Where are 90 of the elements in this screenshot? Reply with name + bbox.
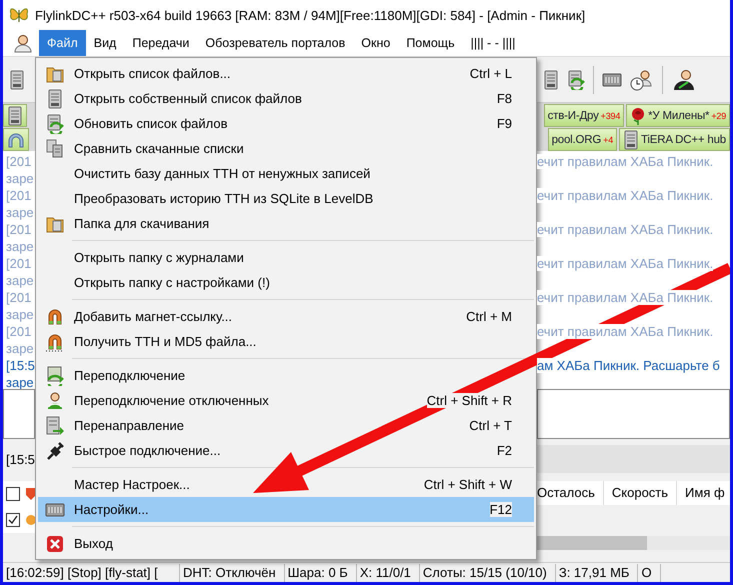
menu-item[interactable]: Настройки... F12 <box>38 497 534 522</box>
chat-text: заре <box>6 171 34 186</box>
menu-item[interactable]: Мастер Настроек... Ctrl + Shift + W <box>38 472 534 497</box>
menu-item[interactable]: Окно <box>353 30 398 56</box>
status-text: DHT: Отключён <box>180 564 285 582</box>
chat-text: заре <box>6 239 34 254</box>
status-text: [16:02:59] [Stop] [fly-stat] [ <box>3 564 180 582</box>
checkbox[interactable] <box>6 513 20 527</box>
hub-tab[interactable]: TiERA DC++ hub <box>619 128 730 151</box>
hub-tab[interactable] <box>3 128 29 151</box>
server-icon <box>7 106 23 126</box>
chat-text: заре <box>6 307 34 322</box>
menu-item[interactable]: Добавить магнет-ссылку... Ctrl + M <box>38 304 534 329</box>
column-header[interactable]: Скорость <box>604 481 678 505</box>
menu-item[interactable]: Выход <box>38 531 534 556</box>
server-refresh-icon <box>567 70 585 90</box>
folder-icon <box>46 214 64 232</box>
log-text: [15:5 <box>6 452 35 466</box>
message-field[interactable] <box>537 389 730 439</box>
scrollbar[interactable] <box>537 536 730 550</box>
menu-item[interactable]: Открыть папку с журналами <box>38 245 534 270</box>
menu-item[interactable]: |||| - - |||| <box>462 30 524 56</box>
window-title: FlylinkDC++ r503-x64 build 19663 [RAM: 83M / 94M][Free:1180M][GDI: 584] - [Admin - Пикник] <box>35 8 586 22</box>
chat-text: ечит правилам ХАБа Пикник. <box>537 290 714 305</box>
butterfly-icon <box>9 6 29 24</box>
hub-tab[interactable] <box>3 104 27 127</box>
status-text: Слоты: 15/15 (10/10) <box>420 564 556 582</box>
menu-item[interactable]: Переподключение <box>38 363 534 388</box>
menu-item[interactable]: Перенаправление Ctrl + T <box>38 413 534 438</box>
toolbar-server-icon <box>9 70 25 90</box>
server-icon <box>47 88 63 108</box>
menu-item[interactable]: Открыть папку с настройками (!) <box>38 270 534 295</box>
status-text: X: 11/0/1 <box>356 564 420 582</box>
menu-item[interactable]: Вид <box>86 30 124 56</box>
chat-text: [201 <box>6 222 32 237</box>
menu-item[interactable]: Обновить список файлов F9 <box>38 111 534 136</box>
keyboard-icon <box>45 502 65 518</box>
servers-icon <box>46 138 64 158</box>
chat-text: заре <box>6 375 34 390</box>
chat-text: ечит правилам ХАБа Пикник. <box>537 256 714 271</box>
menu-item[interactable]: Сравнить скачанные списки <box>38 136 534 161</box>
toolbar-server-icon <box>543 70 559 90</box>
chat-text: заре <box>6 341 34 356</box>
rose-icon <box>630 106 646 124</box>
toolbar-keyboard-icon <box>602 72 622 88</box>
user-icon <box>13 33 33 53</box>
server-arrow-icon <box>46 416 64 436</box>
menu-item[interactable]: Открыть список файлов... Ctrl + L <box>38 61 534 86</box>
status-text: Шара: 0 Б <box>284 564 357 582</box>
chat-text: ам ХАБа Пикник. Расшарьте б <box>537 358 720 373</box>
reconnect-icon <box>46 366 64 386</box>
status-text: О <box>638 564 661 582</box>
folder-icon <box>46 64 64 82</box>
chat-text: [201 <box>6 324 32 339</box>
magnet-icon <box>46 306 64 326</box>
status-text: З: 17,91 МБ <box>556 564 638 582</box>
menu-item[interactable]: Папка для скачивания <box>38 211 534 236</box>
chat-text: [201 <box>6 188 32 203</box>
chat-text: [201 <box>6 290 32 305</box>
plug-icon <box>46 440 64 460</box>
menu-item[interactable]: Открыть собственный список файлов F8 <box>38 86 534 111</box>
chat-text: ечит правилам ХАБа Пикник. <box>537 222 714 237</box>
checkbox[interactable] <box>6 487 20 501</box>
arch-icon <box>7 132 25 148</box>
menu-item[interactable]: Передачи <box>124 30 198 56</box>
menu-item[interactable]: Переподключение отключенных Ctrl + Shift + R <box>38 388 534 413</box>
message-field[interactable] <box>3 389 35 439</box>
user-gauge-icon[interactable] <box>671 68 697 92</box>
chat-text: ечит правилам ХАБа Пикник. <box>537 154 714 169</box>
server-icon <box>623 130 640 150</box>
chat-text: ечит правилам ХАБа Пикник. <box>537 188 714 203</box>
chat-text: ечит правилам ХАБа Пикник. <box>537 324 714 339</box>
chat-text: [201 <box>6 256 32 271</box>
column-header[interactable]: Имя ф <box>677 481 730 505</box>
server-refresh-icon <box>46 114 64 134</box>
menu-item[interactable]: Очистить базу данных TTH от ненужных записей <box>38 161 534 186</box>
chat-text: [15:5 <box>6 358 35 373</box>
magnet-icon <box>46 332 64 352</box>
menu-item[interactable]: Файл <box>39 30 86 56</box>
menu-item[interactable]: Обозреватель порталов <box>197 30 354 56</box>
user-clock-icon[interactable] <box>630 68 654 92</box>
user-reconnect-icon <box>46 390 64 410</box>
menu-item[interactable]: Помощь <box>398 30 463 56</box>
chat-text: заре <box>6 273 34 288</box>
chat-text: [201 <box>6 154 32 169</box>
menu-item[interactable]: Получить TTH и MD5 файла... <box>38 329 534 354</box>
menu-item[interactable]: Преобразовать историю TTH из SQLite в LevelDB <box>38 186 534 211</box>
column-header[interactable]: Осталось <box>537 481 604 505</box>
chat-text: заре <box>6 205 34 220</box>
close-icon <box>46 534 64 552</box>
